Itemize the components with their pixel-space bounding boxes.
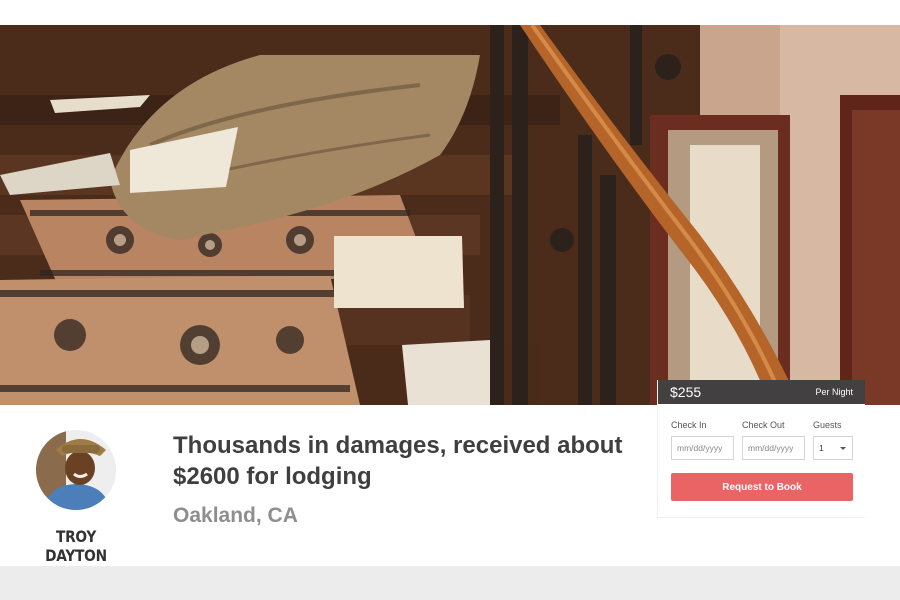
check-out-label: Check Out [742,420,785,430]
check-in-input[interactable]: mm/dd/yyyy [671,436,734,460]
guests-select[interactable]: 1 [813,436,853,460]
check-out-input[interactable]: mm/dd/yyyy [742,436,805,460]
staircase-illustration [0,25,900,405]
check-in-label: Check In [671,420,707,430]
price-unit: Per Night [815,387,853,397]
guests-value: 1 [819,443,824,453]
nightly-price: $255 [670,384,702,400]
request-to-book-button[interactable]: Request to Book [671,473,853,501]
price-bar: $255 Per Night [658,380,865,404]
chevron-down-icon [840,446,846,450]
host-avatar[interactable] [36,430,116,510]
hero-photo [0,25,900,405]
story-title: Thousands in damages, received about $26… [173,432,623,490]
footer-band [0,566,900,600]
host-name[interactable]: TROY DAYTON [28,527,124,565]
story-location: Oakland, CA [173,504,298,527]
host-portrait [36,430,116,510]
guests-label: Guests [813,420,842,430]
booking-widget: $255 Per Night Check In Check Out Guests… [657,380,865,518]
